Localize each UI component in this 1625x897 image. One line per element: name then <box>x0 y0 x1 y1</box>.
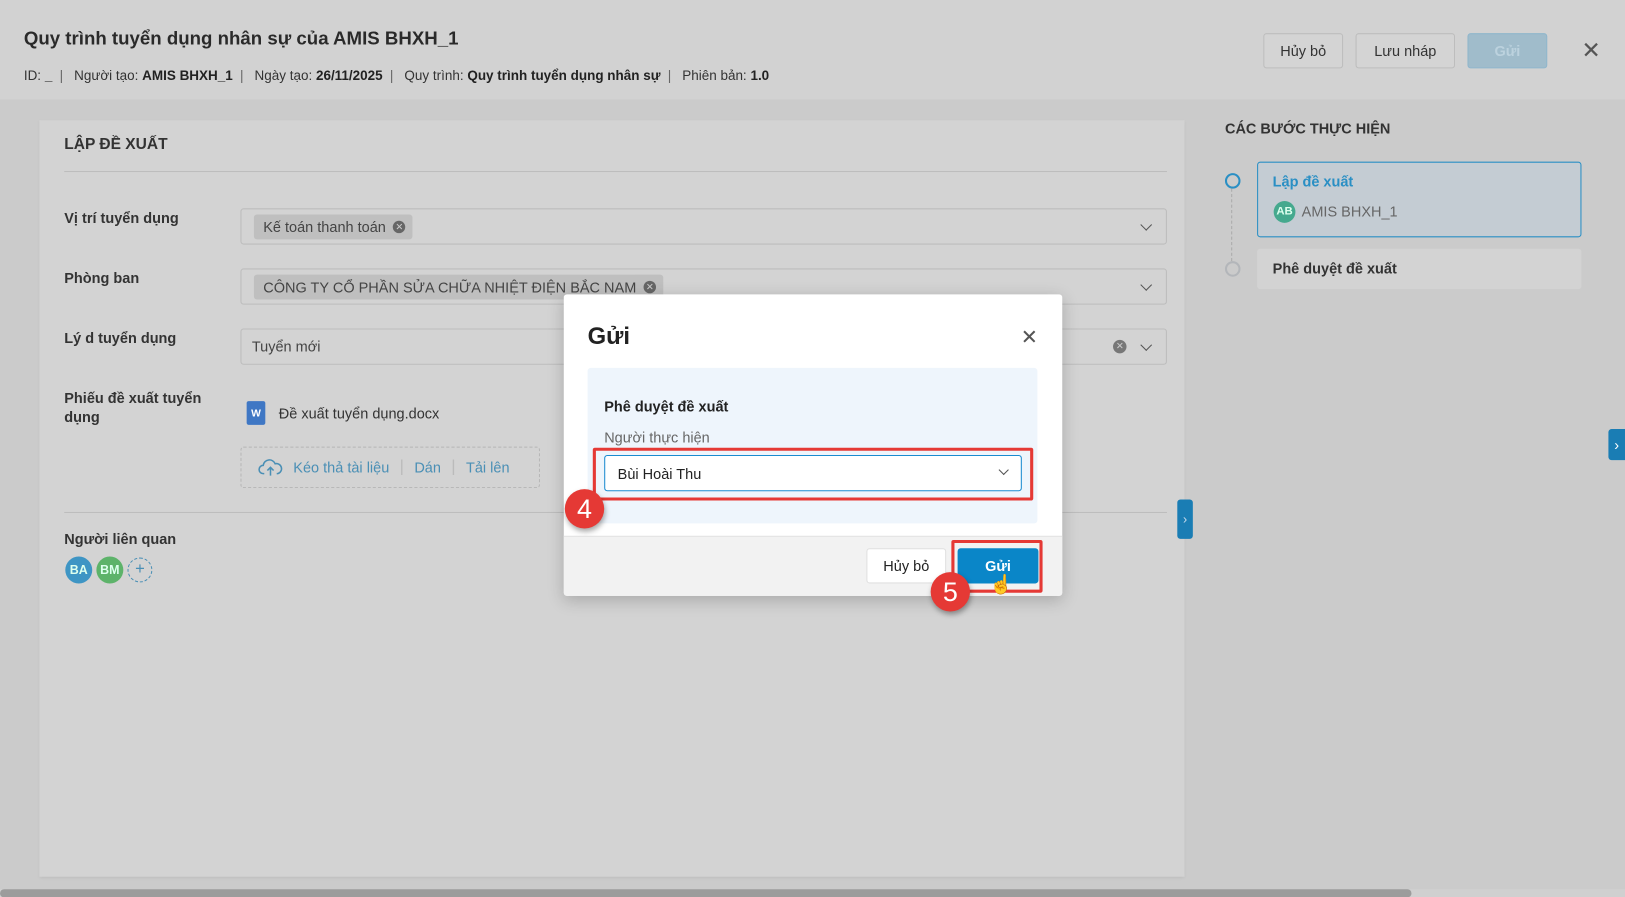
scrollbar-thumb[interactable] <box>0 889 1412 897</box>
attachment-file[interactable]: Đề xuất tuyển dụng.docx <box>279 405 440 422</box>
upload-link[interactable]: Tải lên <box>466 459 510 476</box>
hand-cursor-icon: ☝ <box>989 574 1013 595</box>
header-send-button[interactable]: Gửi <box>1467 33 1548 69</box>
reason-label: Lý d tuyển dụng <box>64 329 177 347</box>
meta-line: ID: _ | Người tạo: AMIS BHXH_1 | Ngày tạo:… <box>23 67 770 83</box>
step-card-2[interactable]: Phê duyệt đề xuất <box>1257 248 1582 290</box>
step-circle-active <box>1224 173 1241 189</box>
section-title: LẬP ĐỀ XUẤT <box>64 135 168 154</box>
dialog-close-icon[interactable]: ✕ <box>1021 324 1038 350</box>
step-name: Phê duyệt đề xuất <box>604 397 729 415</box>
avatar[interactable]: BM <box>96 556 124 584</box>
remove-chip-icon[interactable]: ✕ <box>393 220 406 234</box>
step-circle <box>1224 261 1241 277</box>
attachment-label: Phiếu đề xuất tuyển dụng <box>64 389 202 425</box>
paste-link[interactable]: Dán <box>414 459 441 476</box>
annotation-badge-4: 4 <box>564 489 605 529</box>
step-card-1[interactable]: Lập đề xuất AB AMIS BHXH_1 <box>1257 161 1582 238</box>
step-connector <box>1231 188 1233 262</box>
dialog-title: Gửi <box>587 322 631 350</box>
chevron-down-icon <box>1140 219 1153 231</box>
department-label: Phòng ban <box>64 269 140 287</box>
cloud-upload-icon <box>258 459 283 476</box>
word-file-icon: W <box>246 401 266 425</box>
related-label: Người liên quan <box>64 530 177 548</box>
upload-zone[interactable]: Kéo thả tài liệu | Dán | Tải lên <box>240 446 540 489</box>
position-chip: Kế toán thanh toán ✕ <box>253 214 413 240</box>
add-related-button[interactable]: + <box>127 557 153 583</box>
steps-title: CÁC BƯỚC THỰC HIỆN <box>1224 120 1391 137</box>
clear-icon[interactable]: ✕ <box>1113 339 1127 354</box>
assignee-label: Người thực hiện <box>604 429 710 446</box>
avatar: AB <box>1273 201 1296 223</box>
chevron-down-icon <box>1140 279 1153 291</box>
annotation-box-4 <box>592 447 1034 501</box>
collapse-panel-toggle[interactable]: › <box>1177 499 1193 539</box>
position-select[interactable]: Kế toán thanh toán ✕ <box>240 208 1167 245</box>
page-title: Quy trình tuyển dụng nhân sự của AMIS BH… <box>23 27 459 49</box>
annotation-badge-5: 5 <box>930 572 971 612</box>
step-user: AMIS BHXH_1 <box>1301 203 1398 220</box>
remove-chip-icon[interactable]: ✕ <box>643 280 656 294</box>
horizontal-scrollbar[interactable] <box>0 889 1625 897</box>
avatar[interactable]: BA <box>65 556 93 584</box>
expand-panel-toggle[interactable]: › <box>1608 429 1625 461</box>
drag-drop-link[interactable]: Kéo thả tài liệu <box>293 459 389 476</box>
step-name: Lập đề xuất <box>1272 173 1354 190</box>
position-label: Vị trí tuyển dụng <box>64 209 179 226</box>
close-icon[interactable]: ✕ <box>1581 37 1600 64</box>
save-draft-button[interactable]: Lưu nháp <box>1355 33 1456 69</box>
header-cancel-button[interactable]: Hủy bỏ <box>1263 33 1344 69</box>
chevron-down-icon <box>1140 339 1153 351</box>
divider <box>64 170 1167 173</box>
related-avatars: BA BM + <box>65 556 153 584</box>
